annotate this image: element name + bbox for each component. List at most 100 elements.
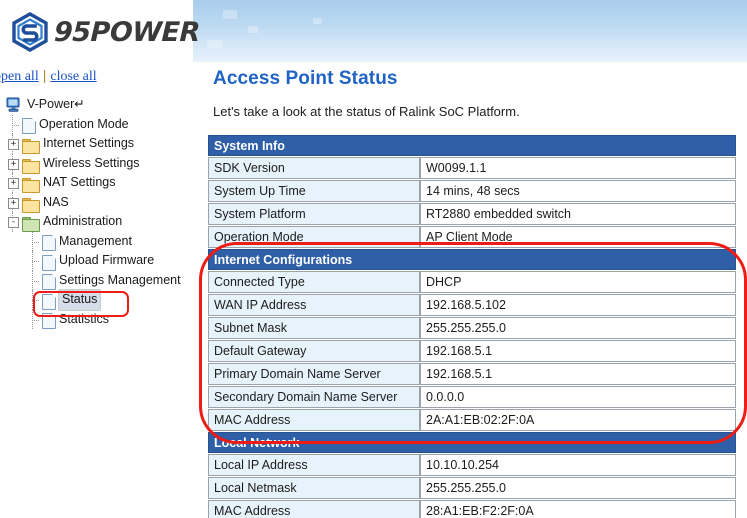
row-label-local-ip-address: Local IP Address: [208, 454, 420, 476]
status-table: System Info SDK Version W0099.1.1 System Up…: [208, 134, 736, 518]
sidebar-item-label: Operation Mode: [39, 116, 129, 131]
row-label-secondary-domain-name-server: Secondary Domain Name Server: [208, 386, 420, 408]
tree-toggle-wireless-settings[interactable]: +: [8, 158, 19, 170]
sidebar-item-label: Internet Settings: [43, 136, 135, 150]
section-header-label: Internet Configurations: [208, 249, 736, 270]
sidebar-item-statistics[interactable]: Statistics: [0, 309, 192, 330]
sidebar-item-label: Statistics: [59, 311, 110, 326]
sidebar-item-label: Upload Firmware: [59, 253, 155, 267]
sidebar-item-nat-settings[interactable]: + NAT Settings: [0, 173, 192, 194]
folder-icon: [22, 139, 40, 155]
sidebar-item-label: Status: [57, 289, 102, 311]
sidebar-item-wireless-settings[interactable]: + Wireless Settings: [0, 153, 192, 174]
row-value-local-ip-address: 10.10.10.254: [420, 454, 736, 476]
open-all-link[interactable]: open all: [0, 69, 39, 84]
page-icon: [42, 274, 56, 291]
table-row: MAC Address 28:A1:EB:F2:2F:0A: [208, 500, 736, 518]
sidebar-item-status[interactable]: Status: [0, 289, 192, 311]
row-value-wan-ip-address: 192.168.5.102: [420, 294, 736, 316]
sidebar-item-label: Wireless Settings: [43, 155, 140, 170]
brand-logo: 95POWER: [8, 8, 200, 56]
folder-icon: [22, 178, 40, 194]
table-row: MAC Address 2A:A1:EB:02:2F:0A: [208, 409, 736, 431]
row-value-operation-mode: AP Client Mode: [420, 226, 736, 248]
row-label-operation-mode: Operation Mode: [208, 226, 420, 248]
row-value-mac-address: 2A:A1:EB:02:2F:0A: [420, 409, 736, 431]
row-value-subnet-mask: 255.255.255.0: [420, 317, 736, 339]
table-row: Local IP Address 10.10.10.254: [208, 454, 736, 476]
sidebar-item-label: NAS: [43, 194, 69, 209]
table-row: Operation Mode AP Client Mode: [208, 226, 736, 248]
row-value-local-netmask: 255.255.255.0: [420, 477, 736, 499]
sidebar-item-label: NAT Settings: [43, 175, 116, 189]
page-icon: [42, 293, 56, 310]
row-label-connected-type: Connected Type: [208, 271, 420, 293]
table-row: Secondary Domain Name Server 0.0.0.0: [208, 386, 736, 408]
tree-root-label: V-Power↵: [27, 97, 85, 111]
row-label-system-up-time: System Up Time: [208, 180, 420, 202]
table-row: System Platform RT2880 embedded switch: [208, 203, 736, 225]
row-value-secondary-domain-name-server: 0.0.0.0: [420, 386, 736, 408]
row-label-mac-address: MAC Address: [208, 409, 420, 431]
row-value-mac-address: 28:A1:EB:F2:2F:0A: [420, 500, 736, 518]
page-banner: [193, 0, 747, 62]
section-header-row-internet-configurations: Internet Configurations: [208, 249, 736, 270]
link-separator: |: [42, 67, 47, 83]
page-title: Access Point Status: [213, 68, 398, 89]
row-value-system-up-time: 14 mins, 48 secs: [420, 180, 736, 202]
section-header-label: Local Network: [208, 432, 736, 453]
folder-open-icon: [22, 217, 40, 233]
row-label-subnet-mask: Subnet Mask: [208, 317, 420, 339]
row-value-sdk-version: W0099.1.1: [420, 157, 736, 179]
computer-icon: [6, 97, 21, 113]
row-label-sdk-version: SDK Version: [208, 157, 420, 179]
tree-toggle-nat-settings[interactable]: +: [8, 178, 19, 189]
table-row: SDK Version W0099.1.1: [208, 157, 736, 179]
folder-icon: [22, 158, 40, 174]
row-label-primary-domain-name-server: Primary Domain Name Server: [208, 363, 420, 385]
sidebar-item-management[interactable]: Management: [0, 231, 192, 252]
section-header-row-local-network: Local Network: [208, 432, 736, 453]
router-status-page: 95POWER open all|close all V-Power↵ Opera…: [0, 0, 747, 518]
page-icon: [42, 254, 56, 271]
row-label-local-netmask: Local Netmask: [208, 477, 420, 499]
tree-controls: open all|close all: [0, 67, 184, 85]
tree-toggle-nas[interactable]: +: [8, 197, 19, 209]
sidebar-nav-tree: V-Power↵ Operation Mode + Internet Settings…: [0, 95, 192, 330]
page-icon: [42, 235, 56, 252]
hexagon-s-logo-icon: [12, 12, 48, 52]
row-value-default-gateway: 192.168.5.1: [420, 340, 736, 362]
page-subtitle: Let's take a look at the status of Ralin…: [213, 104, 520, 119]
row-label-wan-ip-address: WAN IP Address: [208, 294, 420, 316]
sidebar-item-administration[interactable]: - Administration: [0, 212, 192, 233]
row-value-connected-type: DHCP: [420, 271, 736, 293]
sidebar-item-nas[interactable]: + NAS: [0, 192, 192, 213]
section-header-row-system-info: System Info: [208, 135, 736, 156]
table-row: Connected Type DHCP: [208, 271, 736, 293]
sidebar-item-label: Management: [59, 233, 132, 248]
row-label-mac-address: MAC Address: [208, 500, 420, 518]
brand-name: 95POWER: [53, 17, 201, 48]
tree-root-node[interactable]: V-Power↵: [0, 95, 192, 115]
close-all-link[interactable]: close all: [50, 69, 96, 84]
table-row: WAN IP Address 192.168.5.102: [208, 294, 736, 316]
section-header-label: System Info: [208, 135, 736, 156]
tree-toggle-administration[interactable]: -: [8, 217, 19, 228]
sidebar-item-operation-mode[interactable]: Operation Mode: [0, 114, 192, 135]
sidebar-item-settings-management[interactable]: Settings Management: [0, 270, 192, 291]
row-value-system-platform: RT2880 embedded switch: [420, 203, 736, 225]
page-icon: [22, 118, 36, 135]
table-row: Subnet Mask 255.255.255.0: [208, 317, 736, 339]
row-label-system-platform: System Platform: [208, 203, 420, 225]
row-value-primary-domain-name-server: 192.168.5.1: [420, 363, 736, 385]
page-icon: [42, 313, 56, 330]
table-row: Default Gateway 192.168.5.1: [208, 340, 736, 362]
sidebar-item-upload-firmware[interactable]: Upload Firmware: [0, 251, 192, 271]
folder-icon: [22, 197, 40, 213]
tree-toggle-internet-settings[interactable]: +: [8, 139, 19, 150]
sidebar-item-internet-settings[interactable]: + Internet Settings: [0, 134, 192, 155]
row-label-default-gateway: Default Gateway: [208, 340, 420, 362]
table-row: Primary Domain Name Server 192.168.5.1: [208, 363, 736, 385]
table-row: Local Netmask 255.255.255.0: [208, 477, 736, 499]
table-row: System Up Time 14 mins, 48 secs: [208, 180, 736, 202]
